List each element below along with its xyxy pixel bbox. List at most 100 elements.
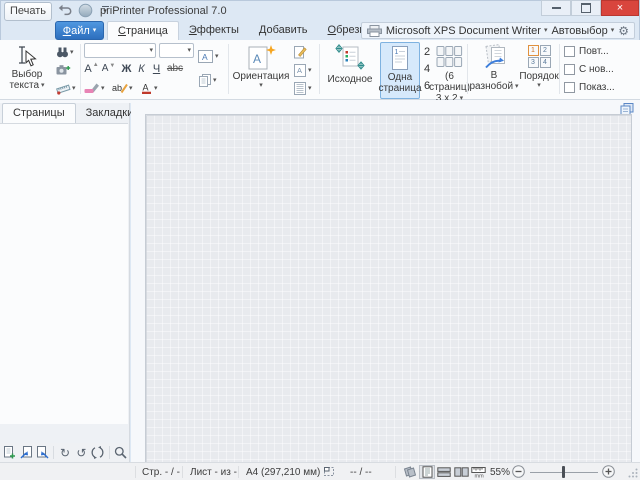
chevron-down-icon: ▾ [611, 27, 615, 34]
zoom-slider-thumb[interactable] [562, 466, 565, 478]
printer-settings-gear-icon[interactable]: ⚙ [618, 25, 629, 37]
checkbox-show[interactable]: Показ... [564, 82, 615, 93]
selection-area-icon[interactable] [323, 466, 335, 477]
status-page-indicator: Стр. - / - [142, 467, 180, 478]
toolbar-separator [109, 446, 110, 459]
view-actual-size-button[interactable]: mm [470, 465, 486, 479]
snapshot-button[interactable] [56, 62, 71, 78]
checkbox-new-page[interactable]: С нов... [564, 64, 614, 75]
find-button[interactable]: ▾ [56, 44, 74, 60]
shuffle-pages-button[interactable]: В разнобой▾ [470, 42, 518, 98]
checkbox-repeat[interactable]: Повт... [564, 46, 609, 57]
strikethrough-button[interactable]: abc [164, 61, 186, 76]
italic-button[interactable]: К [134, 61, 149, 76]
rotate-ccw-icon[interactable]: ↺ [74, 445, 89, 461]
close-button[interactable]: × [601, 0, 639, 16]
highlight-erase-button[interactable]: ▾ [84, 80, 105, 96]
one-page-label1: Одна [388, 72, 412, 83]
two-pages-button[interactable]: 2 [421, 45, 433, 59]
svg-text:A: A [143, 83, 149, 93]
redo-circle-icon[interactable] [76, 2, 94, 18]
chevron-down-icon: ▾ [149, 47, 153, 54]
grid-3x2-icon [436, 45, 463, 69]
shrink-font-button[interactable]: A▼ [101, 61, 116, 76]
grow-font-button[interactable]: A▲ [84, 61, 99, 76]
select-text-label2: текста [9, 80, 39, 91]
font-size-combobox[interactable]: ▾ [159, 43, 194, 58]
text-select-cursor-icon [14, 44, 40, 69]
printer-icon [367, 25, 382, 37]
underline-button[interactable]: Ч [149, 61, 164, 76]
copy-pages-button[interactable]: ▾ [198, 72, 217, 88]
checkbox-repeat-label: Повт... [579, 46, 609, 57]
undo-icon[interactable] [56, 2, 74, 18]
chevron-down-icon: ▾ [154, 85, 158, 92]
chevron-down-icon: ▾ [544, 27, 548, 34]
tab-insert[interactable]: Добавить [249, 21, 318, 40]
chevron-down-icon: ▾ [537, 82, 541, 89]
pages-thumbnail-panel[interactable] [0, 123, 128, 424]
orientation-label: Ориентация [233, 71, 290, 82]
shuffle-label2: разнобой [469, 81, 513, 92]
svg-text:A: A [202, 52, 208, 62]
select-text-button[interactable]: Выбор текста▾ [2, 42, 52, 98]
printer-dropdown[interactable]: Microsoft XPS Document Writer▾ [386, 25, 548, 37]
zoom-level: 55% [490, 467, 510, 478]
chevron-down-icon: ▾ [93, 27, 97, 34]
checkbox-icon [564, 46, 575, 57]
sidebar-tab-pages[interactable]: Страницы [2, 103, 76, 123]
insert-page-after-icon[interactable] [35, 445, 50, 461]
original-layout-button[interactable]: Исходное [322, 42, 378, 98]
print-button[interactable]: Печать [4, 2, 52, 21]
insert-page-before-icon[interactable] [18, 445, 33, 461]
ribbon: Выбор текста▾ ▾ ▾ ▾ ▾ A▲ A▼ Ж К Ч abc ▾ … [0, 40, 640, 100]
view-multipage-button[interactable] [402, 465, 418, 479]
order-num-3: 3 [528, 57, 539, 68]
order-num-4: 4 [540, 57, 551, 68]
file-menu-label: Файл [63, 25, 90, 37]
printer-mode-dropdown[interactable]: Автовыбор▾ [551, 25, 614, 37]
chevron-down-icon: ▾ [72, 85, 76, 92]
preview-area[interactable] [131, 103, 640, 462]
text-frame-button[interactable]: A ▾ [198, 48, 219, 64]
statusbar: Стр. - / - Лист - из - A4 (297,210 мм) -… [0, 462, 640, 480]
original-layout-icon [335, 44, 365, 71]
checkbox-show-label: Показ... [579, 82, 615, 93]
minimize-icon [552, 7, 561, 9]
chevron-down-icon: ▾ [515, 83, 519, 90]
view-page-width-button[interactable] [436, 465, 452, 479]
sidebar: Страницы Закладки ↻ ↺ [0, 103, 130, 462]
page-text-button[interactable]: A ▾ [293, 62, 312, 78]
rotate-180-icon[interactable] [90, 445, 105, 461]
one-page-button[interactable]: 1 Одна страница [380, 42, 420, 99]
resize-grip[interactable] [628, 468, 638, 478]
status-paper-size: A4 (297,210 мм) [246, 467, 320, 478]
booklet-button[interactable]: ▾ [293, 80, 312, 96]
printer-selector: Microsoft XPS Document Writer▾ Автовыбор… [361, 22, 635, 39]
file-menu-button[interactable]: Файл ▾ [55, 21, 104, 40]
document-page[interactable] [145, 114, 632, 462]
text-highlight-button[interactable]: ab ▾ [112, 80, 133, 96]
page-order-button[interactable]: 1 2 3 4 Порядок ▾ [520, 42, 558, 98]
view-single-page-button[interactable] [419, 465, 435, 479]
orientation-button[interactable]: A Ориентация ▾ [232, 42, 290, 98]
zoom-out-button[interactable] [512, 465, 525, 478]
minimize-button[interactable] [541, 0, 571, 16]
edit-page-button[interactable] [293, 44, 307, 60]
chevron-down-icon: ▾ [70, 49, 74, 56]
shuffle-pages-icon [479, 44, 509, 70]
new-page-icon[interactable] [2, 445, 17, 461]
tab-page[interactable]: Страница [107, 21, 179, 41]
view-facing-pages-button[interactable] [453, 465, 469, 479]
font-name-combobox[interactable]: ▾ [84, 43, 156, 58]
tab-effects[interactable]: Эффекты [179, 21, 249, 40]
rotate-cw-icon[interactable]: ↻ [57, 445, 72, 461]
font-color-button[interactable]: A ▾ [140, 80, 158, 96]
svg-text:A: A [297, 66, 302, 75]
zoom-in-button[interactable] [602, 465, 615, 478]
measure-button[interactable]: ▾ [56, 80, 76, 96]
multi-page-layout-button[interactable]: (6 страниц) 3 x 2▾ [433, 42, 466, 98]
zoom-selection-icon[interactable] [113, 445, 128, 461]
maximize-button[interactable] [571, 0, 601, 16]
bold-button[interactable]: Ж [119, 61, 134, 76]
